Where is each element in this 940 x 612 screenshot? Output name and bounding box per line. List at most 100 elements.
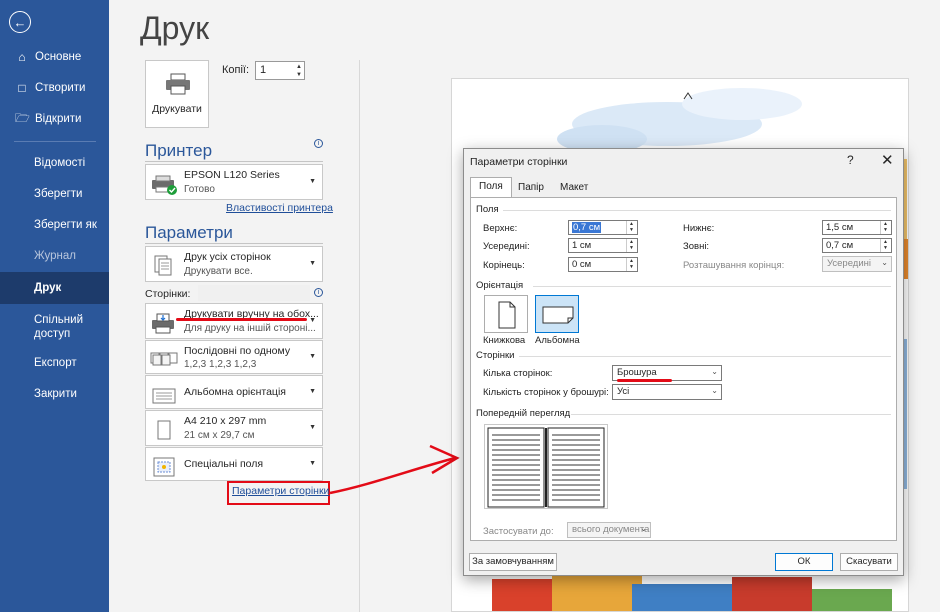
nav-export-label: Експорт xyxy=(34,357,77,369)
open-folder-icon: 🗁 xyxy=(15,110,30,125)
sheets-per-booklet-value: Усі xyxy=(617,386,630,397)
spinner-icon[interactable]: ▲ ▼ xyxy=(296,63,302,79)
ok-button[interactable]: ОК xyxy=(775,553,833,571)
spinner-icon[interactable]: ▲ ▼ xyxy=(626,239,636,252)
sheets-per-booklet-select[interactable]: Усі ⌄ xyxy=(612,384,722,400)
copies-input[interactable]: 1 ▲ ▼ xyxy=(255,61,305,80)
nav-open[interactable]: 🗁 Відкрити xyxy=(0,104,109,134)
bottom-margin-label: Нижнє: xyxy=(683,223,715,234)
nav-save[interactable]: Зберегти xyxy=(0,179,109,209)
printer-properties-link[interactable]: Властивості принтера xyxy=(226,202,333,214)
nav-close-label: Закрити xyxy=(34,388,77,400)
nav-print[interactable]: Друк xyxy=(0,272,109,304)
duplex-underline-annotation xyxy=(176,318,307,321)
nav-close[interactable]: Закрити xyxy=(0,379,109,409)
portrait-label: Книжкова xyxy=(483,335,526,346)
set-default-button[interactable]: За замовчуванням xyxy=(469,553,557,571)
home-icon: ⌂ xyxy=(18,50,26,64)
collated-icon xyxy=(150,352,178,366)
nav-info-label: Відомості xyxy=(34,157,86,169)
apply-to-select: всього документа ⌄ xyxy=(567,522,651,538)
margins-group-label: Поля xyxy=(476,204,499,215)
multiple-pages-value: Брошура xyxy=(617,367,657,378)
nav-info[interactable]: Відомості xyxy=(0,148,109,178)
outside-margin-label: Зовні: xyxy=(683,241,710,252)
cancel-button[interactable]: Скасувати xyxy=(840,553,898,571)
nav-save-as[interactable]: Зберегти як xyxy=(0,210,109,240)
orientation-title: Альбомна орієнтація xyxy=(184,386,286,398)
collate-dropdown[interactable]: Послідовні по одному 1,2,3 1,2,3 1,2,3 ▼ xyxy=(145,340,323,374)
tab-margins-label: Поля xyxy=(479,181,503,192)
paper-size-dropdown[interactable]: A4 210 x 297 mm 21 см x 29,7 см ▼ xyxy=(145,410,323,446)
nav-home[interactable]: ⌂ Основне xyxy=(0,42,109,72)
orientation-dropdown[interactable]: Альбомна орієнтація ▼ xyxy=(145,375,323,409)
outside-margin-value: 0,7 см xyxy=(826,240,854,251)
spinner-icon[interactable]: ▲ ▼ xyxy=(626,258,636,271)
printer-name: EPSON L120 Series xyxy=(184,169,280,181)
gutter-position-label: Розташування корінця: xyxy=(683,260,785,271)
panel-divider xyxy=(359,60,360,612)
back-arrow-icon[interactable]: ← xyxy=(9,11,31,33)
settings-heading: Параметри xyxy=(145,223,233,242)
info-icon[interactable]: i xyxy=(314,139,323,148)
print-range-dropdown[interactable]: Друк усіх сторінок Друкувати все. ▼ xyxy=(145,246,323,282)
paper-size-icon xyxy=(157,420,171,440)
nav-save-label: Зберегти xyxy=(34,188,83,200)
apply-to-label: Застосувати до: xyxy=(483,526,554,537)
landscape-button[interactable] xyxy=(535,295,579,333)
chevron-down-icon: ▼ xyxy=(309,353,316,360)
spinner-icon[interactable]: ▲ ▼ xyxy=(880,239,890,252)
apply-to-value: всього документа xyxy=(572,524,650,535)
tab-margins[interactable]: Поля xyxy=(470,177,512,198)
orientation-group-label: Орієнтація xyxy=(476,280,524,291)
nav-home-label: Основне xyxy=(35,51,82,63)
info-icon[interactable]: i xyxy=(314,288,323,297)
inside-margin-value: 1 см xyxy=(572,240,592,251)
nav-export[interactable]: Експорт xyxy=(0,348,109,378)
landscape-page-icon xyxy=(542,306,574,324)
page-setup-link[interactable]: Параметри сторінки xyxy=(232,485,329,497)
dialog-title: Параметри сторінки xyxy=(470,156,568,168)
settings-heading-rule xyxy=(145,243,323,244)
print-button[interactable]: Друкувати xyxy=(145,60,209,128)
collate-desc: 1,2,3 1,2,3 1,2,3 xyxy=(184,359,257,370)
group-rule xyxy=(519,356,891,357)
portrait-button[interactable] xyxy=(484,295,528,333)
tab-layout[interactable]: Макет xyxy=(552,179,596,197)
booklet-preview xyxy=(484,424,608,509)
gutter-input[interactable]: 0 см ▲ ▼ xyxy=(568,257,638,272)
chevron-down-icon: ⌄ xyxy=(640,524,647,533)
gutter-position-select: Усередині ⌄ xyxy=(822,256,892,272)
portrait-page-icon xyxy=(498,301,516,329)
spinner-icon[interactable]: ▲ ▼ xyxy=(626,221,636,234)
inside-margin-label: Усередині: xyxy=(483,241,530,252)
ok-label: ОК xyxy=(797,556,811,567)
top-margin-input[interactable]: 0,7 см ▲ ▼ xyxy=(568,220,638,235)
nav-new[interactable]: □ Створити xyxy=(0,73,109,103)
tab-paper[interactable]: Папір xyxy=(510,179,552,197)
landscape-label: Альбомна xyxy=(535,335,580,346)
paper-size-title: A4 210 x 297 mm xyxy=(184,415,267,427)
margins-dropdown[interactable]: Спеціальні поля ▼ xyxy=(145,447,323,481)
printer-dropdown[interactable]: EPSON L120 Series Готово ▼ xyxy=(145,164,323,200)
nav-new-label: Створити xyxy=(35,82,86,94)
outside-margin-input[interactable]: 0,7 см ▲ ▼ xyxy=(822,238,892,253)
nav-share[interactable]: Спільний доступ xyxy=(0,310,100,344)
duplex-desc: Для друку на іншій стороні... xyxy=(184,323,316,334)
top-margin-label: Верхнє: xyxy=(483,223,518,234)
paper-size-desc: 21 см x 29,7 см xyxy=(184,430,255,441)
spinner-icon[interactable]: ▲ ▼ xyxy=(880,221,890,234)
chevron-down-icon: ▼ xyxy=(309,317,316,324)
pages-input[interactable] xyxy=(198,285,310,301)
manual-duplex-icon xyxy=(152,313,174,334)
margins-tab-panel: Поля Верхнє: 0,7 см ▲ ▼ Нижнє: 1,5 см ▲ ▼ … xyxy=(470,197,897,541)
duplex-dropdown[interactable]: Друкувати вручну на обох... Для друку на… xyxy=(145,303,323,339)
gutter-position-value: Усередині xyxy=(827,258,871,269)
copies-value: 1 xyxy=(260,64,267,76)
print-range-title: Друк усіх сторінок xyxy=(184,251,271,263)
bottom-margin-input[interactable]: 1,5 см ▲ ▼ xyxy=(822,220,892,235)
inside-margin-input[interactable]: 1 см ▲ ▼ xyxy=(568,238,638,253)
landscape-orientation-icon xyxy=(152,388,176,404)
close-icon[interactable]: ✕ xyxy=(881,151,894,169)
help-icon[interactable]: ? xyxy=(847,153,854,167)
